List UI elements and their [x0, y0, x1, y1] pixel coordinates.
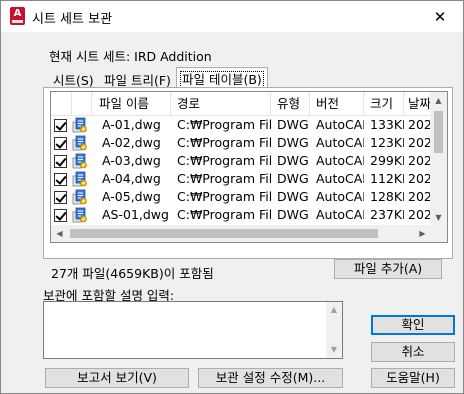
cell-path: C:₩Program Files — [177, 135, 271, 150]
include-checkbox[interactable] — [54, 119, 67, 132]
cell-file-name: A-04,dwg — [102, 171, 161, 186]
cell-path: C:₩Program Files — [177, 207, 271, 222]
table-vertical-scrollbar[interactable]: ▲ ▼ — [430, 92, 447, 226]
description-scrollbar[interactable]: ▲ ▼ — [326, 302, 342, 358]
cell-version: AutoCAD — [316, 117, 364, 132]
close-icon[interactable]: ✕ — [417, 1, 463, 32]
cell-type: DWG i — [277, 207, 310, 222]
add-file-button[interactable]: 파일 추가(A) — [334, 259, 442, 279]
cell-date: 2022 — [408, 135, 431, 150]
cell-version: AutoCAD — [316, 189, 364, 204]
cell-type: DWG i — [277, 153, 310, 168]
cell-date: 2022 — [408, 117, 431, 132]
cell-file-name: A-03,dwg — [102, 153, 161, 168]
cell-file-name: AS-01,dwg — [102, 207, 169, 222]
description-input[interactable]: ▲ ▼ — [43, 301, 343, 359]
autocad-app-icon: A — [10, 7, 25, 25]
cell-size: 123KB — [370, 135, 404, 150]
column-header-file-name[interactable]: 파일 이름 — [92, 92, 171, 116]
cell-type: DWG i — [277, 117, 310, 132]
cell-date: 2022 — [408, 189, 431, 204]
title-bar: A 시트 세트 보관 ✕ — [1, 1, 463, 32]
scroll-left-arrow-icon[interactable]: ◀ — [51, 225, 68, 242]
table-row[interactable]: A-04,dwg C:₩Program Files DWG i AutoCAD 112K… — [51, 170, 431, 188]
column-header-date[interactable]: 날짜 — [404, 92, 431, 116]
table-row[interactable]: A-02,dwg C:₩Program Files DWG i AutoCAD 123K… — [51, 134, 431, 152]
desc-scroll-down-icon[interactable]: ▼ — [326, 342, 342, 358]
tab-file-table[interactable]: 파일 테이블(B) — [176, 67, 268, 88]
cell-date: 2022 — [408, 153, 431, 168]
table-row[interactable]: A-03,dwg C:₩Program Files DWG i AutoCAD 299K… — [51, 152, 431, 170]
column-header-check[interactable] — [51, 92, 72, 116]
sheet-set-archive-dialog: A 시트 세트 보관 ✕ 현재 시트 세트: IRD Addition 시트(S… — [0, 0, 464, 394]
include-checkbox[interactable] — [54, 155, 67, 168]
help-button[interactable]: 도움말(H) — [371, 368, 455, 388]
dwg-file-icon — [72, 207, 88, 223]
desc-scroll-up-icon[interactable]: ▲ — [326, 302, 342, 318]
tab-file-tree[interactable]: 파일 트리(F) — [104, 70, 171, 88]
included-files-summary: 27개 파일(4659KB)이 포함됨 — [51, 266, 214, 281]
cell-size: 237KB — [370, 207, 404, 222]
scroll-right-arrow-icon[interactable]: ▶ — [414, 225, 431, 242]
app-icon-letter: A — [13, 8, 22, 19]
file-table: 파일 이름 경로 유형 버전 크기 날짜 A-01,dwg C:₩Program … — [50, 91, 448, 243]
dwg-file-icon — [72, 135, 88, 151]
column-header-icon[interactable] — [72, 92, 92, 116]
cell-size: 112KB — [370, 171, 404, 186]
cell-date: 2022 — [408, 171, 431, 186]
cancel-button[interactable]: 취소 — [371, 342, 455, 362]
column-header-path[interactable]: 경로 — [171, 92, 271, 116]
cell-file-name: A-01,dwg — [102, 117, 161, 132]
include-checkbox[interactable] — [54, 209, 67, 222]
column-header-type[interactable]: 유형 — [271, 92, 310, 116]
scroll-down-arrow-icon[interactable]: ▼ — [430, 209, 447, 226]
table-row[interactable]: AS-01,dwg C:₩Program Files DWG i AutoCAD 237… — [51, 206, 431, 224]
dwg-file-icon — [72, 117, 88, 133]
cell-file-name: A-02,dwg — [102, 135, 161, 150]
include-checkbox[interactable] — [54, 137, 67, 150]
dwg-file-icon — [72, 171, 88, 187]
cell-file-name: A-05,dwg — [102, 189, 161, 204]
view-report-button[interactable]: 보고서 보기(V) — [45, 368, 189, 388]
tab-sheets[interactable]: 시트(S) — [53, 70, 94, 88]
include-checkbox[interactable] — [54, 173, 67, 186]
cell-path: C:₩Program Files — [177, 117, 271, 132]
cell-size: 133KB — [370, 117, 404, 132]
cell-type: DWG i — [277, 189, 310, 204]
cell-type: DWG i — [277, 135, 310, 150]
dwg-file-icon — [72, 153, 88, 169]
cell-size: 128KB — [370, 189, 404, 204]
cell-version: AutoCAD — [316, 153, 364, 168]
cell-version: AutoCAD — [316, 135, 364, 150]
dwg-file-icon — [72, 189, 88, 205]
cell-version: AutoCAD — [316, 171, 364, 186]
cell-version: AutoCAD — [316, 207, 364, 222]
include-checkbox[interactable] — [54, 191, 67, 204]
table-row[interactable]: A-01,dwg C:₩Program Files DWG i AutoCAD 133K… — [51, 116, 431, 134]
cell-path: C:₩Program Files — [177, 171, 271, 186]
cell-path: C:₩Program Files — [177, 189, 271, 204]
column-header-version[interactable]: 버전 — [310, 92, 364, 116]
table-horizontal-scrollbar[interactable]: ◀ ▶ — [51, 225, 431, 242]
scroll-up-arrow-icon[interactable]: ▲ — [430, 92, 447, 109]
cell-type: DWG i — [277, 171, 310, 186]
current-sheet-set: 현재 시트 세트: IRD Addition — [49, 49, 212, 64]
table-header: 파일 이름 경로 유형 버전 크기 날짜 — [51, 92, 447, 116]
cell-date: 2022 — [408, 207, 431, 222]
horizontal-scroll-thumb[interactable] — [70, 229, 378, 238]
window-title: 시트 세트 보관 — [32, 12, 113, 27]
vertical-scroll-thumb[interactable] — [434, 111, 443, 153]
cell-path: C:₩Program Files — [177, 153, 271, 168]
column-header-size[interactable]: 크기 — [364, 92, 404, 116]
table-row[interactable]: A-05,dwg C:₩Program Files DWG i AutoCAD 128K… — [51, 188, 431, 206]
ok-button[interactable]: 확인 — [371, 315, 455, 335]
scrollbar-corner — [430, 225, 447, 242]
modify-archive-settings-button[interactable]: 보관 설정 수정(M)... — [198, 368, 343, 388]
file-table-panel: 파일 이름 경로 유형 버전 크기 날짜 A-01,dwg C:₩Program … — [43, 87, 453, 281]
cell-size: 299KB — [370, 153, 404, 168]
